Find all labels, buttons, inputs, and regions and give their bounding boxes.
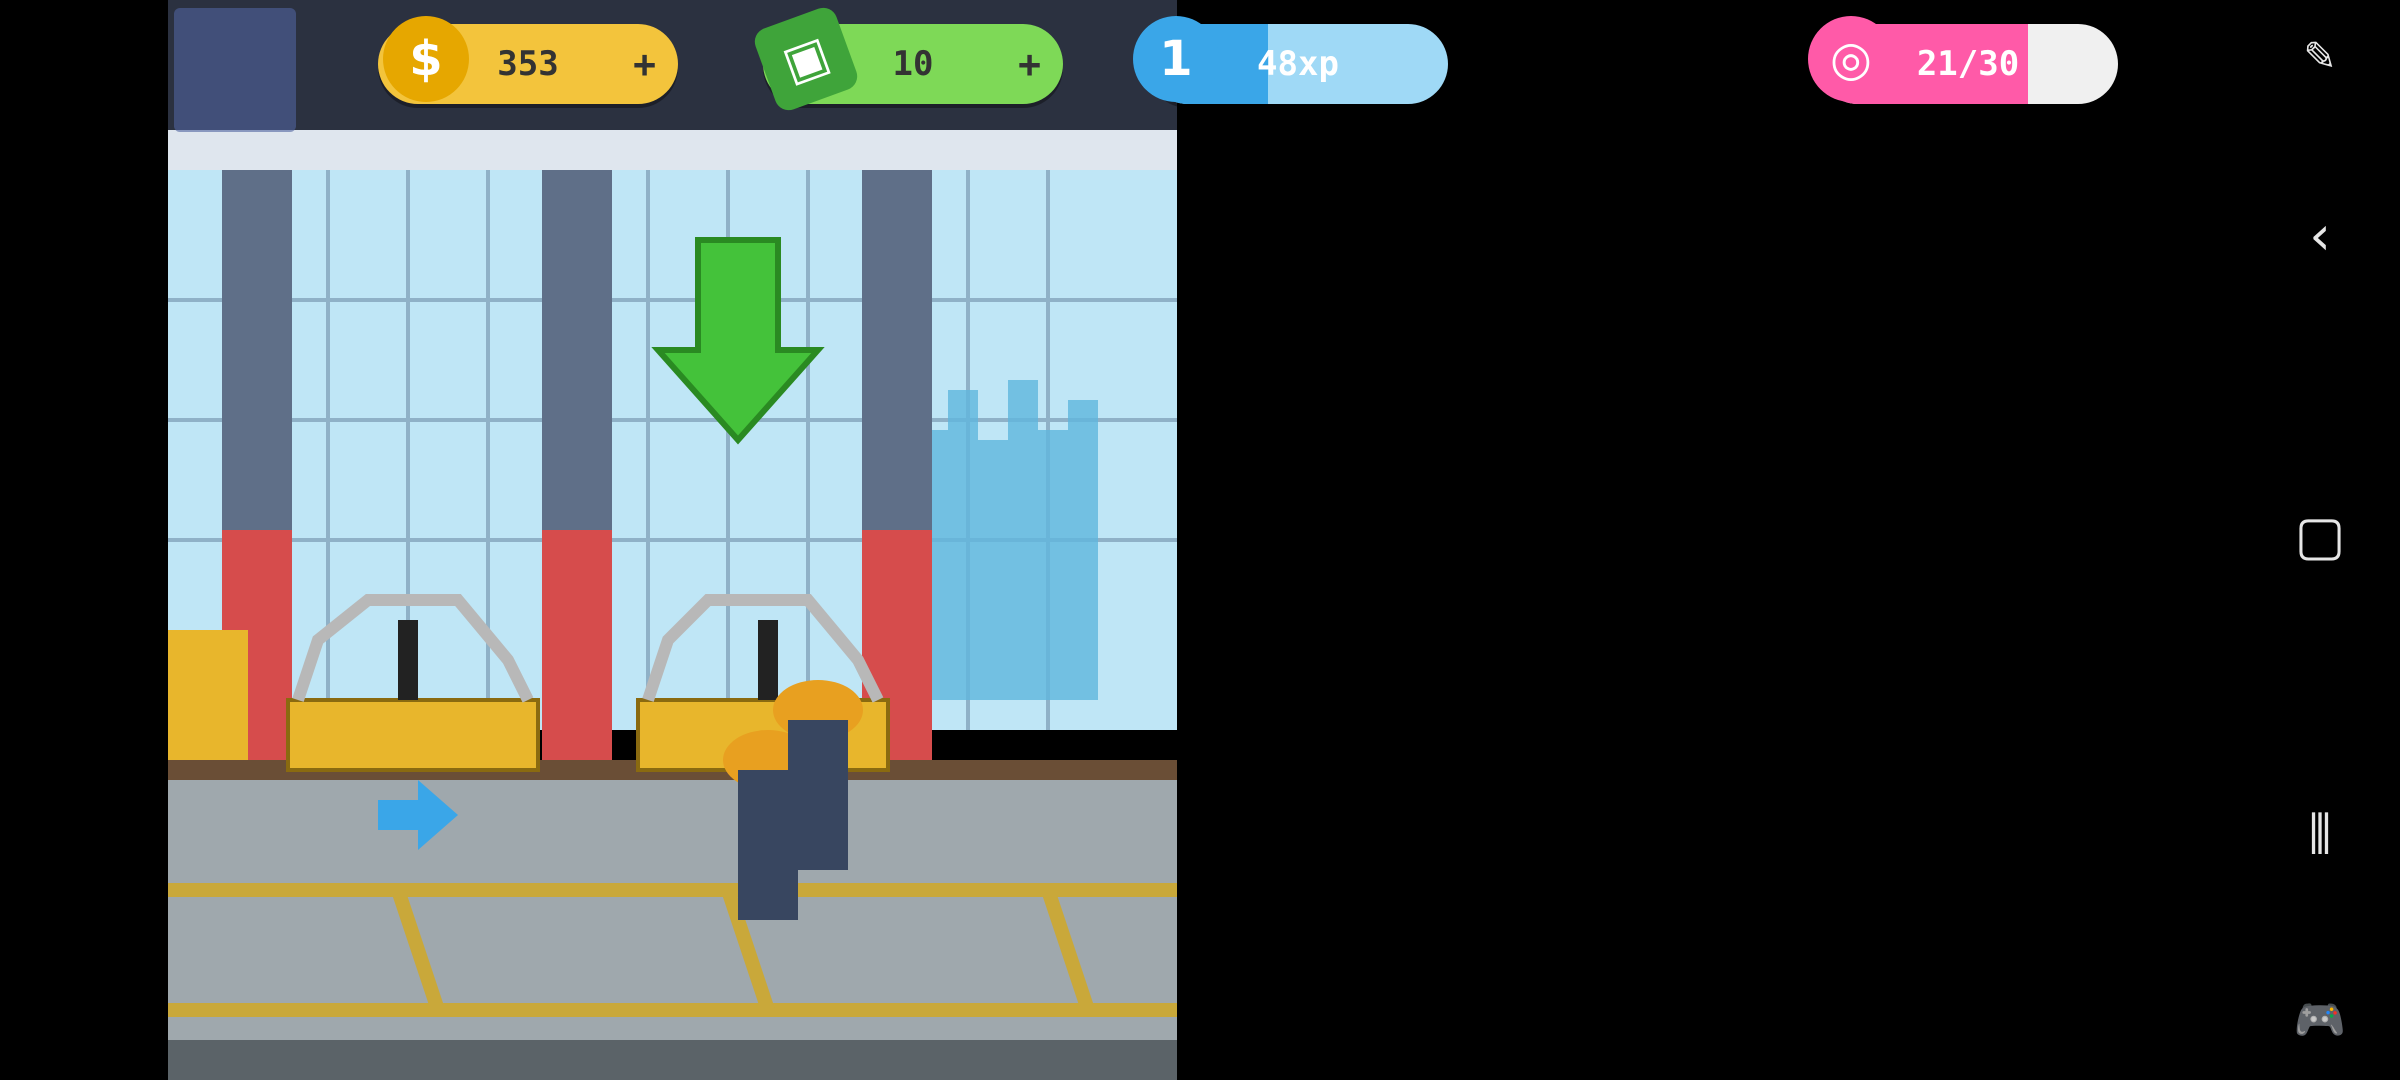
city-skyline: [928, 380, 1098, 700]
factory-scene[interactable]: [168, 0, 1177, 1080]
add-cash-button[interactable]: +: [1018, 42, 1041, 86]
home-icon[interactable]: ▢: [2285, 500, 2355, 570]
floor-edge: [168, 1040, 1177, 1080]
navigation-bar: ✎ ‹ ▢ ⦀ 🎮: [2235, 0, 2400, 1080]
back-icon[interactable]: ‹: [2285, 200, 2355, 270]
floor: [168, 780, 1177, 1080]
engine-block-left: [168, 630, 248, 760]
xp-value: 48xp: [1257, 44, 1339, 84]
level-star-icon: 1: [1133, 16, 1219, 102]
game-controller-icon[interactable]: 🎮: [2285, 985, 2355, 1055]
coin-icon: $: [383, 16, 469, 102]
level-value: 1: [1159, 31, 1193, 87]
screenshot-edit-icon[interactable]: ✎: [2285, 22, 2355, 92]
cash-value: 10: [892, 44, 934, 84]
recent-apps-icon[interactable]: ⦀: [2285, 800, 2355, 870]
ceiling-lights: [168, 130, 1177, 170]
map-icon[interactable]: [174, 8, 296, 132]
add-coins-button[interactable]: +: [633, 42, 656, 86]
donut-value: 21/30: [1916, 44, 2020, 84]
donut-icon: ◎: [1808, 16, 1894, 102]
coins-value: 353: [497, 44, 559, 84]
hud-bar: 353 + $ 10 + ▣ 48xp 1 21/30 ◎: [168, 0, 2178, 132]
